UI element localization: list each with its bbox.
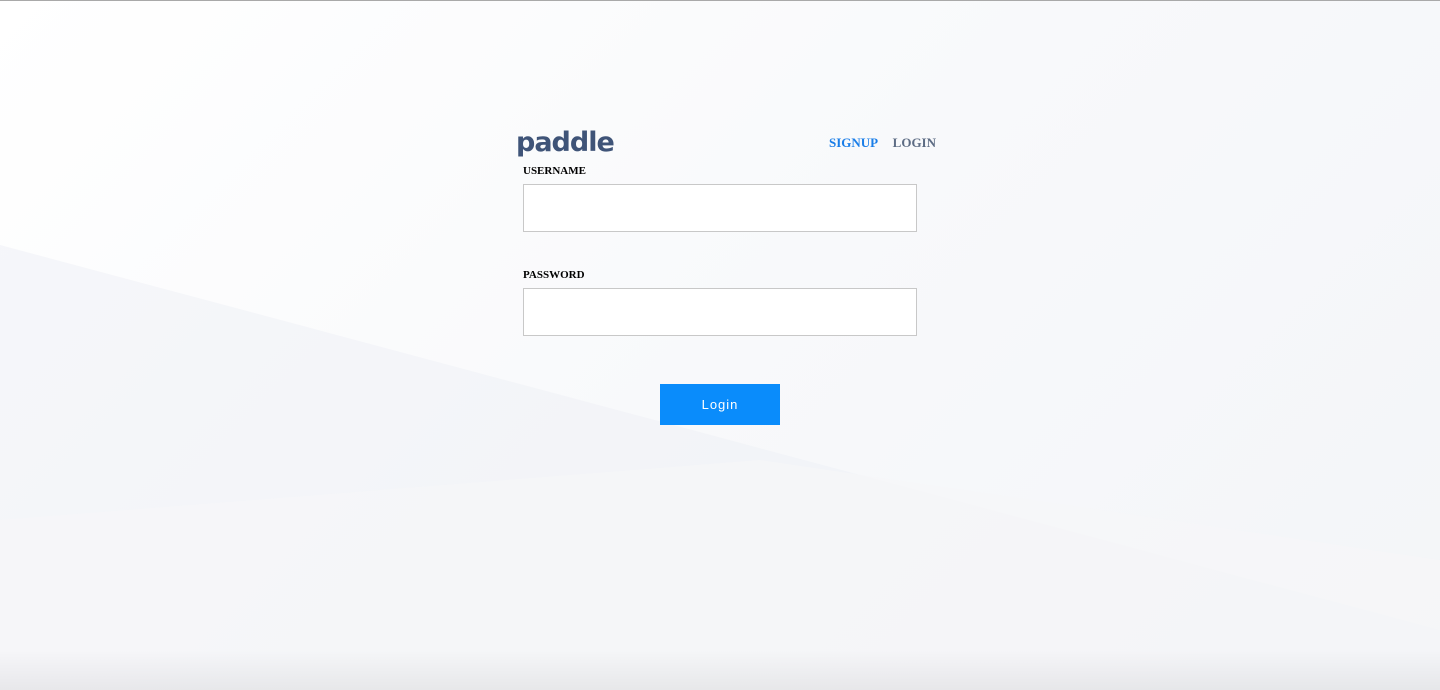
paddle-logo[interactable]: paddle xyxy=(516,126,615,160)
login-panel: paddle SIGNUP LOGIN USERNAME PASSWORD Lo… xyxy=(516,126,940,425)
password-input[interactable] xyxy=(523,288,917,336)
login-button[interactable]: Login xyxy=(660,384,780,425)
bottom-shadow xyxy=(0,650,1440,690)
window-top-border xyxy=(0,0,1440,1)
field-spacer xyxy=(523,232,917,268)
header: paddle SIGNUP LOGIN xyxy=(516,126,940,162)
password-label: PASSWORD xyxy=(523,269,585,281)
submit-wrapper: Login xyxy=(523,384,917,425)
top-nav: SIGNUP LOGIN xyxy=(817,136,936,150)
login-link[interactable]: LOGIN xyxy=(893,135,936,150)
signup-link[interactable]: SIGNUP xyxy=(829,135,877,150)
username-input[interactable] xyxy=(523,184,917,232)
login-form: USERNAME PASSWORD Login xyxy=(523,164,917,425)
username-label: USERNAME xyxy=(523,165,586,177)
